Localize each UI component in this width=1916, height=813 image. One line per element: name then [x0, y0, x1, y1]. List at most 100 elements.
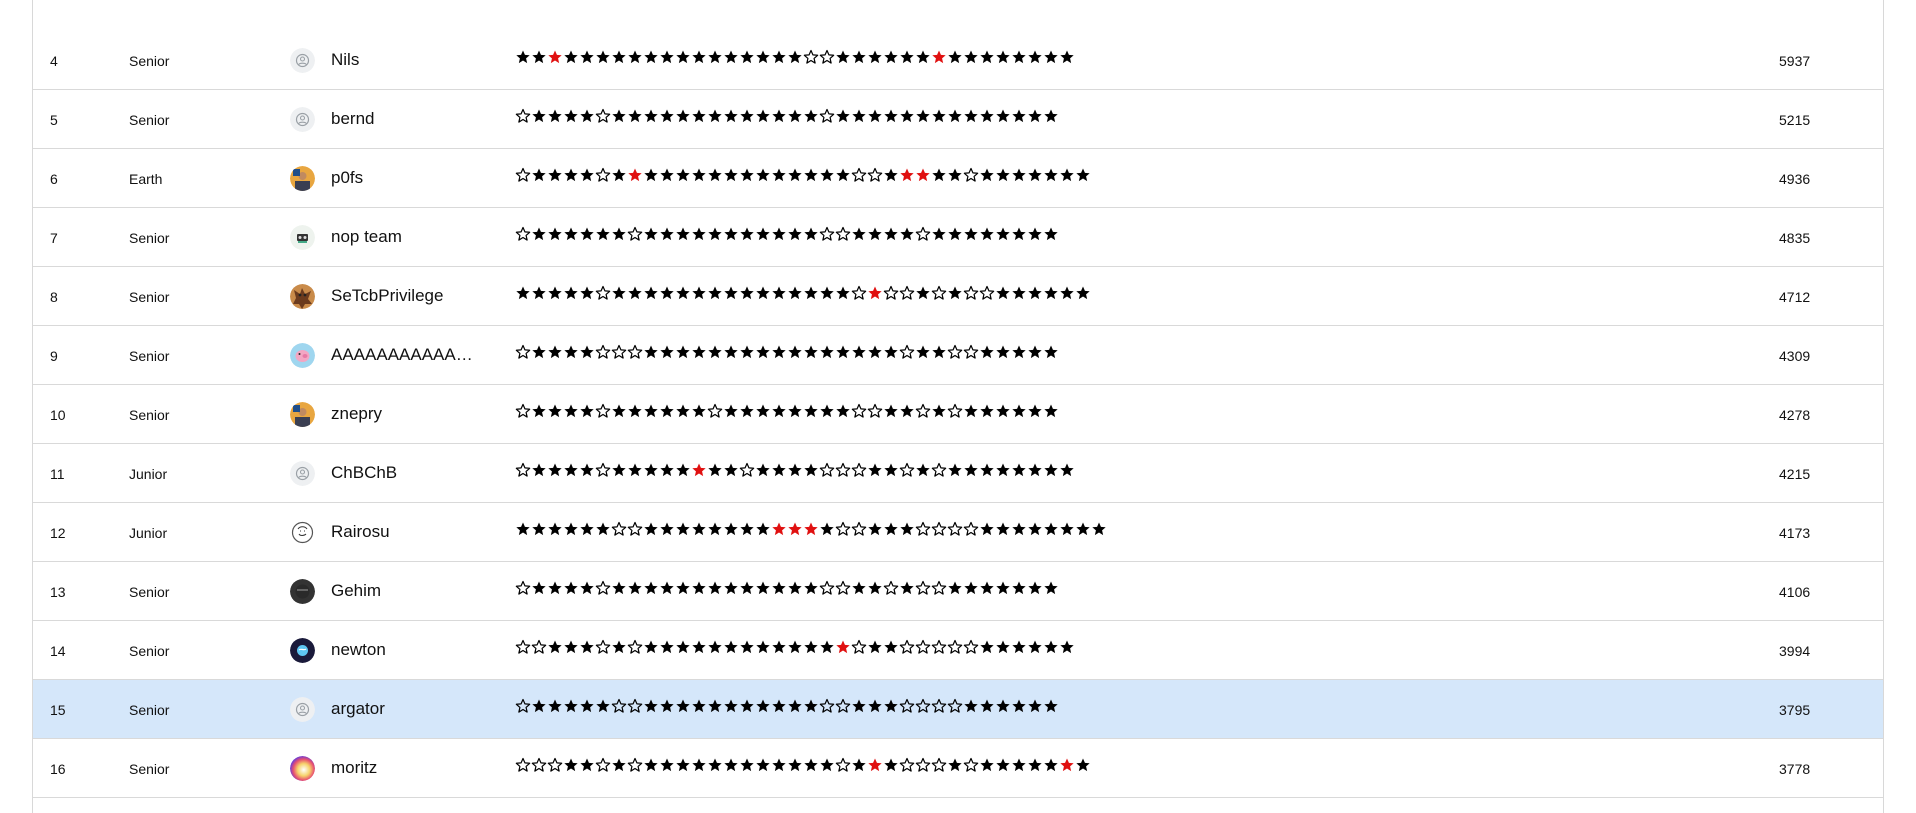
solved-star-icon[interactable] — [931, 108, 947, 124]
solved-star-icon[interactable] — [851, 108, 867, 124]
solved-star-icon[interactable] — [531, 403, 547, 419]
solved-star-icon[interactable] — [739, 344, 755, 360]
solved-star-icon[interactable] — [739, 580, 755, 596]
solved-star-icon[interactable] — [691, 698, 707, 714]
unsolved-star-icon[interactable] — [931, 521, 947, 537]
solved-star-icon[interactable] — [627, 462, 643, 478]
unsolved-star-icon[interactable] — [627, 757, 643, 773]
username-link[interactable]: nop team — [331, 227, 402, 247]
first-blood-star-icon[interactable] — [931, 49, 947, 65]
table-row[interactable]: 9 Senior AAAAAAAAAAAA… 4309 — [33, 326, 1883, 385]
solved-star-icon[interactable] — [723, 49, 739, 65]
unsolved-star-icon[interactable] — [851, 639, 867, 655]
solved-star-icon[interactable] — [643, 108, 659, 124]
unsolved-star-icon[interactable] — [515, 403, 531, 419]
solved-star-icon[interactable] — [675, 462, 691, 478]
solved-star-icon[interactable] — [915, 285, 931, 301]
unsolved-star-icon[interactable] — [739, 462, 755, 478]
solved-star-icon[interactable] — [659, 639, 675, 655]
solved-star-icon[interactable] — [755, 108, 771, 124]
table-row[interactable]: 15 Senior argator 3795 — [33, 680, 1883, 739]
solved-star-icon[interactable] — [915, 462, 931, 478]
solved-star-icon[interactable] — [771, 580, 787, 596]
unsolved-star-icon[interactable] — [819, 226, 835, 242]
unsolved-star-icon[interactable] — [515, 757, 531, 773]
solved-star-icon[interactable] — [563, 757, 579, 773]
default-avatar-icon[interactable] — [290, 697, 315, 722]
solved-star-icon[interactable] — [931, 167, 947, 183]
solved-star-icon[interactable] — [787, 580, 803, 596]
unsolved-star-icon[interactable] — [835, 698, 851, 714]
solved-star-icon[interactable] — [563, 462, 579, 478]
solved-star-icon[interactable] — [995, 344, 1011, 360]
solved-star-icon[interactable] — [771, 462, 787, 478]
solved-star-icon[interactable] — [995, 108, 1011, 124]
unsolved-star-icon[interactable] — [899, 757, 915, 773]
solved-star-icon[interactable] — [675, 167, 691, 183]
solved-star-icon[interactable] — [1043, 344, 1059, 360]
solved-star-icon[interactable] — [707, 49, 723, 65]
solved-star-icon[interactable] — [675, 521, 691, 537]
solved-star-icon[interactable] — [1027, 403, 1043, 419]
solved-star-icon[interactable] — [979, 167, 995, 183]
solved-star-icon[interactable] — [755, 521, 771, 537]
solved-star-icon[interactable] — [691, 403, 707, 419]
solved-star-icon[interactable] — [835, 49, 851, 65]
solved-star-icon[interactable] — [803, 462, 819, 478]
unsolved-star-icon[interactable] — [915, 580, 931, 596]
solved-star-icon[interactable] — [627, 580, 643, 596]
unsolved-star-icon[interactable] — [547, 757, 563, 773]
solved-star-icon[interactable] — [803, 285, 819, 301]
solved-star-icon[interactable] — [659, 580, 675, 596]
unsolved-star-icon[interactable] — [595, 167, 611, 183]
solved-star-icon[interactable] — [899, 521, 915, 537]
solved-star-icon[interactable] — [723, 521, 739, 537]
solved-star-icon[interactable] — [1011, 757, 1027, 773]
unsolved-star-icon[interactable] — [515, 344, 531, 360]
unsolved-star-icon[interactable] — [931, 285, 947, 301]
solved-star-icon[interactable] — [707, 285, 723, 301]
unsolved-star-icon[interactable] — [707, 403, 723, 419]
gradient-avatar-icon[interactable] — [290, 756, 315, 781]
solved-star-icon[interactable] — [819, 285, 835, 301]
solved-star-icon[interactable] — [771, 757, 787, 773]
solved-star-icon[interactable] — [915, 108, 931, 124]
solved-star-icon[interactable] — [691, 285, 707, 301]
table-row[interactable]: 14 Senior newton 3994 — [33, 621, 1883, 680]
solved-star-icon[interactable] — [867, 226, 883, 242]
unsolved-star-icon[interactable] — [595, 462, 611, 478]
solved-star-icon[interactable] — [579, 462, 595, 478]
solved-star-icon[interactable] — [675, 580, 691, 596]
solved-star-icon[interactable] — [611, 108, 627, 124]
solved-star-icon[interactable] — [963, 580, 979, 596]
solved-star-icon[interactable] — [515, 49, 531, 65]
solved-star-icon[interactable] — [659, 344, 675, 360]
solved-star-icon[interactable] — [803, 580, 819, 596]
solved-star-icon[interactable] — [547, 167, 563, 183]
unsolved-star-icon[interactable] — [931, 639, 947, 655]
unsolved-star-icon[interactable] — [915, 698, 931, 714]
solved-star-icon[interactable] — [787, 698, 803, 714]
unsolved-star-icon[interactable] — [931, 462, 947, 478]
unsolved-star-icon[interactable] — [899, 285, 915, 301]
default-avatar-icon[interactable] — [290, 107, 315, 132]
solved-star-icon[interactable] — [995, 462, 1011, 478]
solved-star-icon[interactable] — [691, 757, 707, 773]
solved-star-icon[interactable] — [787, 639, 803, 655]
solved-star-icon[interactable] — [883, 698, 899, 714]
solved-star-icon[interactable] — [755, 639, 771, 655]
solved-star-icon[interactable] — [1027, 580, 1043, 596]
solved-star-icon[interactable] — [803, 698, 819, 714]
solved-star-icon[interactable] — [963, 462, 979, 478]
first-blood-star-icon[interactable] — [1059, 757, 1075, 773]
solved-star-icon[interactable] — [1075, 757, 1091, 773]
solved-star-icon[interactable] — [995, 285, 1011, 301]
solved-star-icon[interactable] — [723, 226, 739, 242]
solved-star-icon[interactable] — [579, 167, 595, 183]
solved-star-icon[interactable] — [803, 344, 819, 360]
solved-star-icon[interactable] — [963, 698, 979, 714]
solved-star-icon[interactable] — [595, 521, 611, 537]
unsolved-star-icon[interactable] — [851, 462, 867, 478]
solved-star-icon[interactable] — [1027, 757, 1043, 773]
solved-star-icon[interactable] — [979, 49, 995, 65]
